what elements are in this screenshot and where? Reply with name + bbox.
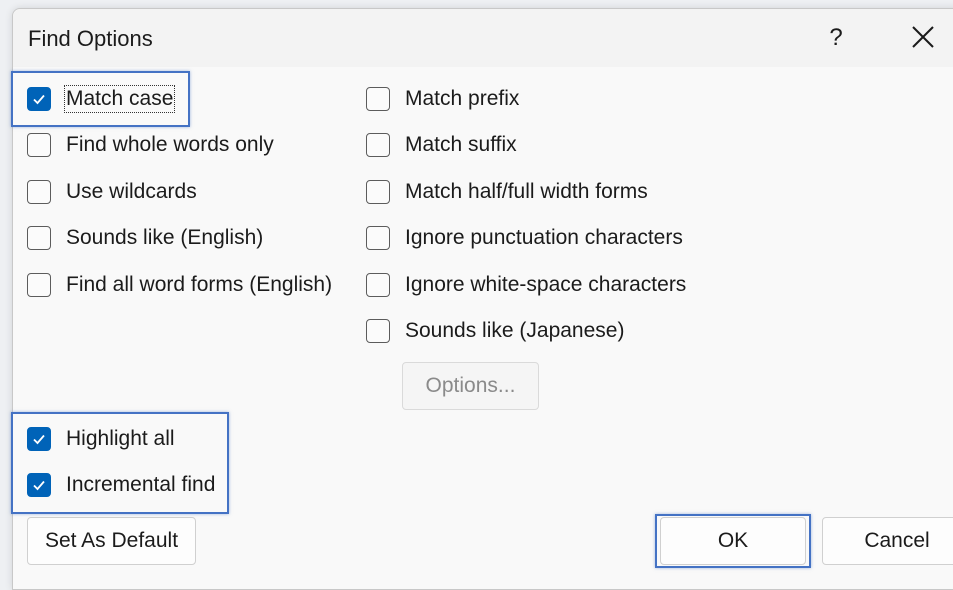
checkbox[interactable] <box>366 319 390 343</box>
checkmark-icon <box>33 434 45 445</box>
checkbox[interactable] <box>366 273 390 297</box>
dialog-title: Find Options <box>28 26 153 51</box>
option-ignore-punctuation[interactable]: Ignore punctuation characters <box>366 222 683 254</box>
option-find-whole-words[interactable]: Find whole words only <box>27 129 274 161</box>
option-highlight-all[interactable]: Highlight all <box>27 423 175 455</box>
option-label: Use wildcards <box>66 180 197 203</box>
option-label: Match half/full width forms <box>405 180 648 203</box>
checkbox[interactable] <box>27 273 51 297</box>
set-as-default-button[interactable]: Set As Default <box>27 517 196 565</box>
option-label: Match prefix <box>405 87 520 110</box>
option-ignore-white-space[interactable]: Ignore white-space characters <box>366 269 686 301</box>
option-label: Find whole words only <box>66 133 274 156</box>
option-label: Match case <box>63 85 176 113</box>
checkbox[interactable] <box>27 133 51 157</box>
help-button[interactable]: ? <box>819 23 853 53</box>
option-label: Sounds like (Japanese) <box>405 319 625 342</box>
option-label: Match suffix <box>405 133 517 156</box>
checkbox[interactable] <box>366 226 390 250</box>
close-icon <box>912 26 934 48</box>
option-label: Ignore punctuation characters <box>405 226 683 249</box>
ok-button[interactable]: OK <box>660 517 806 565</box>
option-use-wildcards[interactable]: Use wildcards <box>27 176 197 208</box>
option-find-all-word-forms[interactable]: Find all word forms (English) <box>27 269 332 301</box>
title-bar: Find Options ? <box>13 9 953 67</box>
option-label: Ignore white-space characters <box>405 273 687 296</box>
checkbox[interactable] <box>27 226 51 250</box>
option-match-case[interactable]: Match case <box>27 83 176 115</box>
checkbox[interactable] <box>27 473 51 497</box>
checkbox[interactable] <box>366 133 390 157</box>
find-options-dialog: Find Options ? Match case Find whole wor… <box>12 8 953 590</box>
cancel-button[interactable]: Cancel <box>822 517 953 565</box>
option-label: Find all word forms (English) <box>66 273 333 296</box>
option-label: Highlight all <box>66 427 175 450</box>
checkbox[interactable] <box>27 87 51 111</box>
checkbox[interactable] <box>366 87 390 111</box>
options-button[interactable]: Options... <box>402 362 539 410</box>
checkbox[interactable] <box>27 427 51 451</box>
option-label: Sounds like (English) <box>66 226 264 249</box>
option-sounds-like-english[interactable]: Sounds like (English) <box>27 222 263 254</box>
checkbox[interactable] <box>27 180 51 204</box>
option-match-suffix[interactable]: Match suffix <box>366 129 517 161</box>
close-button[interactable] <box>903 19 943 55</box>
checkbox[interactable] <box>366 180 390 204</box>
option-label: Incremental find <box>66 473 216 496</box>
option-match-prefix[interactable]: Match prefix <box>366 83 519 115</box>
checkmark-icon <box>33 480 45 491</box>
option-sounds-like-japanese[interactable]: Sounds like (Japanese) <box>366 315 624 347</box>
checkmark-icon <box>33 94 45 105</box>
option-incremental-find[interactable]: Incremental find <box>27 469 215 501</box>
option-match-half-full-width[interactable]: Match half/full width forms <box>366 176 648 208</box>
